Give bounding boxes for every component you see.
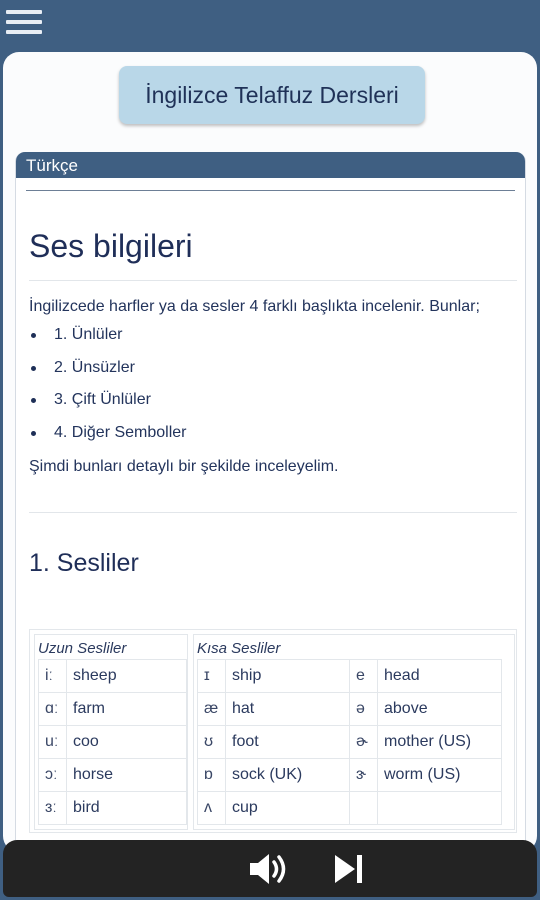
- phoneme-symbol: [349, 791, 378, 825]
- vowel-table: Uzun Sesliler iː sheep ɑː farm uː coo ɔː…: [29, 629, 517, 833]
- table-row: ɪ ship e head: [197, 659, 502, 693]
- hamburger-menu-icon[interactable]: [6, 10, 42, 38]
- speaker-icon[interactable]: [247, 849, 291, 889]
- phoneme-symbol: ɝ: [349, 758, 378, 792]
- lesson-content: Ses bilgileri İngilizcede harfler ya da …: [29, 228, 517, 578]
- phoneme-symbol: ɚ: [349, 725, 378, 759]
- title-button[interactable]: İngilizce Telaffuz Dersleri: [119, 66, 425, 124]
- example-word[interactable]: mother (US): [377, 725, 502, 759]
- example-word[interactable]: foot: [225, 725, 350, 759]
- content-panel: Türkçe Ses bilgileri İngilizcede harfler…: [15, 152, 526, 852]
- table-row: ɜː bird: [38, 791, 187, 825]
- phoneme-symbol: ʊ: [197, 725, 226, 759]
- example-word[interactable]: sock (UK): [225, 758, 350, 792]
- phoneme-symbol: ɪ: [197, 659, 226, 693]
- outro-paragraph: Şimdi bunları detaylı bir şekilde incele…: [29, 458, 339, 475]
- example-word[interactable]: bird: [66, 791, 187, 825]
- list-item: 1. Ünlüler: [29, 326, 517, 359]
- long-vowels-box: Uzun Sesliler iː sheep ɑː farm uː coo ɔː…: [34, 634, 188, 830]
- list-item: 3. Çift Ünlüler: [29, 391, 517, 424]
- table-row: ɔː horse: [38, 758, 187, 792]
- main-card: İngilizce Telaffuz Dersleri Türkçe Ses b…: [3, 52, 537, 852]
- phoneme-symbol: ɒ: [197, 758, 226, 792]
- long-vowels-table: iː sheep ɑː farm uː coo ɔː horse ɜː bird: [38, 659, 187, 825]
- table-row: ʌ cup: [197, 791, 502, 825]
- example-word[interactable]: head: [377, 659, 502, 693]
- example-word[interactable]: sheep: [66, 659, 187, 693]
- table-row: æ hat ə above: [197, 692, 502, 726]
- short-vowels-title: Kısa Sesliler: [197, 640, 281, 657]
- phoneme-symbol: ɜː: [38, 791, 67, 825]
- divider: [29, 512, 517, 513]
- example-word[interactable]: coo: [66, 725, 187, 759]
- short-vowels-table: ɪ ship e head æ hat ə above ʊ foot ɚ mot…: [197, 659, 502, 825]
- phoneme-symbol: ʌ: [197, 791, 226, 825]
- phoneme-symbol: ɔː: [38, 758, 67, 792]
- example-word[interactable]: worm (US): [377, 758, 502, 792]
- example-word[interactable]: above: [377, 692, 502, 726]
- phoneme-symbol: uː: [38, 725, 67, 759]
- short-vowels-box: Kısa Sesliler ɪ ship e head æ hat ə abov…: [193, 634, 515, 830]
- table-row: ɒ sock (UK) ɝ worm (US): [197, 758, 502, 792]
- phoneme-symbol: e: [349, 659, 378, 693]
- long-vowels-title: Uzun Sesliler: [38, 640, 127, 657]
- list-item: 2. Ünsüzler: [29, 359, 517, 392]
- phoneme-symbol: iː: [38, 659, 67, 693]
- table-row: ɑː farm: [38, 692, 187, 726]
- table-row: ʊ foot ɚ mother (US): [197, 725, 502, 759]
- skip-next-icon[interactable]: [329, 849, 373, 889]
- divider: [29, 280, 517, 281]
- example-word[interactable]: ship: [225, 659, 350, 693]
- page-title: Ses bilgileri: [29, 228, 193, 264]
- example-word[interactable]: cup: [225, 791, 350, 825]
- intro-paragraph: İngilizcede harfler ya da sesler 4 farkl…: [29, 298, 480, 315]
- audio-control-bar: [3, 840, 537, 897]
- top-app-bar: [0, 0, 540, 50]
- example-word: [377, 791, 502, 825]
- table-row: iː sheep: [38, 659, 187, 693]
- sound-categories-list: 1. Ünlüler 2. Ünsüzler 3. Çift Ünlüler 4…: [29, 326, 517, 456]
- example-word[interactable]: farm: [66, 692, 187, 726]
- phoneme-symbol: æ: [197, 692, 226, 726]
- header-divider: [26, 190, 515, 191]
- language-header: Türkçe: [16, 152, 525, 178]
- phoneme-symbol: ɑː: [38, 692, 67, 726]
- section-title: 1. Sesliler: [29, 549, 139, 577]
- example-word[interactable]: hat: [225, 692, 350, 726]
- phoneme-symbol: ə: [349, 692, 378, 726]
- list-item: 4. Diğer Semboller: [29, 424, 517, 457]
- table-row: uː coo: [38, 725, 187, 759]
- example-word[interactable]: horse: [66, 758, 187, 792]
